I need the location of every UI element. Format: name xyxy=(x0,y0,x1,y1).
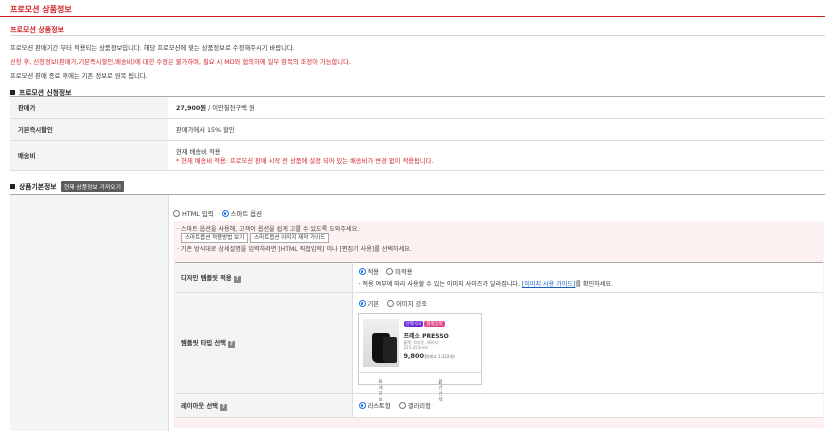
smart-option-image-guide-button[interactable]: 스마트옵션 이미지 제작 가이드 xyxy=(250,233,330,243)
design-template-radio-group: 적용 미적용 xyxy=(358,267,824,276)
radio-apply[interactable] xyxy=(358,268,366,275)
notice-line: 프로모션 판매기간 부터 적용되는 상품정보입니다. 해당 프로모션에 맞는 상… xyxy=(10,45,295,52)
table-row: 판매가 27,900원 / 이만칠천구백 원 xyxy=(10,96,825,119)
table-row: 기본즉시할인 판매가에서 15% 할인 xyxy=(10,118,825,141)
soldout-badge: 품절임박 xyxy=(424,321,445,327)
product-price: 9,800원(재고 1,322개) xyxy=(404,352,455,360)
price-value: 9,800 xyxy=(403,352,425,360)
section-title: 프로모션 상품정보 xyxy=(10,26,64,34)
info-text: · 기존 방식대로 상세설명을 입력하려면 [HTML 직접입력] 이나 [편집… xyxy=(177,246,412,253)
design-template-desc: · 적용 여부에 따라 사용할 수 있는 이미지 사이즈가 달라집니다. [이미… xyxy=(359,279,824,288)
help-icon[interactable]: ? xyxy=(227,341,235,348)
product-badges: 선택 03 품절임박 xyxy=(403,321,445,327)
product-name: 프레소 PRESSO xyxy=(403,333,449,340)
price-note: 원(재고 1,322개) xyxy=(424,354,455,359)
row-label: 디자인 템플릿 적용? xyxy=(175,262,352,293)
load-current-info-button[interactable]: 현재 상품정보 가져오기 xyxy=(60,181,124,192)
table-row: 디자인 템플릿 적용? 적용 미적용 · 적용 여부에 따라 사용할 수 있는 … xyxy=(175,262,824,293)
apply-info-table: 판매가 27,900원 / 이만칠천구백 원 기본즉시할인 판매가에서 15% … xyxy=(10,96,825,171)
row-value: 판매가에서 15% 할인 xyxy=(168,118,825,141)
radio-label: 적용 xyxy=(367,269,380,276)
notice-line-warning: 신청 후, 신청정보(판매가,기본즉시할인,배송비)에 대한 수정은 불가하며,… xyxy=(10,59,351,66)
radio-label: 스마트 옵션 xyxy=(230,210,263,218)
basic-info-content: HTML 입력 스마트 옵션 · 스마트 옵션을 사용해, 고객이 옵션을 쉽게… xyxy=(168,195,825,431)
desc-text: 를 확인하세요. xyxy=(575,281,613,288)
image-guide-link[interactable]: [이미지 사용 가이드] xyxy=(522,281,575,288)
label-text: 레이아웃 선택 xyxy=(181,402,218,410)
section-header-basic: 상품기본정보 현재 상품정보 가져오기 xyxy=(10,181,124,192)
radio-label: 갤러리형 xyxy=(407,403,431,410)
price-korean: / 이만칠천구백 원 xyxy=(206,105,255,112)
row-value: 적용 미적용 · 적용 여부에 따라 사용할 수 있는 이미지 사이즈가 달라집… xyxy=(351,262,824,293)
smart-option-howto-button[interactable]: 스마트옵션 적용방법 보기 xyxy=(181,233,249,243)
row-label: 레이아웃 선택? xyxy=(175,393,352,418)
table-row: 템플릿 타입 선택? 기본 이미지 강조 선택 03 품절임박 프레소 PRES… xyxy=(175,292,823,409)
radio-list-type[interactable] xyxy=(358,402,366,409)
info-line: · 스마트 옵션을 사용해, 고객이 옵션을 쉽게 고를 수 있도록 도와주세요… xyxy=(177,224,359,233)
template-type-radio-group: 기본 이미지 강조 xyxy=(358,299,428,308)
row-label: 템플릿 타입 선택? xyxy=(175,292,352,394)
label-text: 디자인 템플릿 적용 xyxy=(181,274,232,282)
square-bullet-icon xyxy=(10,90,15,95)
table-row: 배송비 현재 배송비 적용 * 현재 배송비 적용: 프로모션 판매 시작 전 … xyxy=(10,140,825,171)
smart-option-box: · 스마트 옵션을 사용해, 고객이 옵션을 쉽게 고를 수 있도록 도와주세요… xyxy=(173,221,824,428)
radio-gallery-type[interactable] xyxy=(398,402,406,409)
option-badge: 선택 03 xyxy=(403,321,423,327)
desc-line: 225-255mm xyxy=(403,345,429,350)
table-row: 레이아웃 선택? 리스트형 갤러리형 xyxy=(175,393,823,418)
row-label: 기본즉시할인 xyxy=(10,118,168,141)
radio-smart-option[interactable] xyxy=(221,210,229,217)
row-value: 현재 배송비 적용 * 현재 배송비 적용: 프로모션 판매 시작 전 상품에 … xyxy=(168,140,825,171)
editor-mode-group: HTML 입력 스마트 옵션 xyxy=(173,209,268,218)
section-title: 상품기본정보 xyxy=(19,183,57,191)
page-header: 프로모션 상품정보 xyxy=(0,0,825,17)
template-preview-card: 선택 03 품절임박 프레소 PRESSO 블랙, 브라운, 베이지 225-2… xyxy=(357,313,482,409)
section-header-promo-info: 프로모션 상품정보 xyxy=(10,25,825,36)
row-value: 기본 이미지 강조 선택 03 품절임박 프레소 PRESSO 블랙, 브라운,… xyxy=(351,292,823,409)
guide-buttons: 스마트옵션 적용방법 보기 스마트옵션 이미지 제작 가이드 xyxy=(181,233,331,243)
page-title: 프로모션 상품정보 xyxy=(10,5,72,14)
card-footer: ⌕ 자세히보기 ⤓ 옵션선택 xyxy=(358,372,481,409)
help-icon[interactable]: ? xyxy=(219,403,227,411)
square-bullet-icon xyxy=(10,184,15,189)
help-icon[interactable]: ? xyxy=(233,275,241,283)
row-label: 배송비 xyxy=(10,140,168,171)
boot-image xyxy=(382,337,397,363)
radio-basic[interactable] xyxy=(358,300,366,307)
radio-not-apply[interactable] xyxy=(386,268,394,275)
product-desc: 블랙, 브라운, 베이지 225-255mm xyxy=(404,340,439,350)
label-text: 템플릿 타입 선택 xyxy=(181,340,226,347)
shipping-note: * 현재 배송비 적용: 프로모션 판매 시작 전 상품에 설정 되어 있는 배… xyxy=(176,157,434,165)
shipping-value: 현재 배송비 적용 xyxy=(176,148,221,156)
info-text: · 스마트 옵션을 사용해, 고객이 옵션을 쉽게 고를 수 있도록 도와주세요… xyxy=(177,226,360,233)
row-value: 리스트형 갤러리형 xyxy=(351,393,823,418)
radio-image-emphasis[interactable] xyxy=(387,300,395,307)
radio-html-input[interactable] xyxy=(173,210,180,217)
button-label: 자세히보기 xyxy=(378,380,383,409)
radio-label: 미적용 xyxy=(395,269,413,276)
radio-label: 이미지 강조 xyxy=(396,301,428,308)
notice-line: 프로모션 판매 종료 후에는 기존 정보로 원복 됩니다. xyxy=(10,73,148,80)
button-label: 옵션선택 xyxy=(438,380,443,403)
price-value: 27,900원 xyxy=(176,105,207,112)
row-label: 판매가 xyxy=(10,96,168,119)
radio-label: 기본 xyxy=(367,301,380,308)
smart-option-settings-table: 디자인 템플릿 적용? 적용 미적용 · 적용 여부에 따라 사용할 수 있는 … xyxy=(175,262,823,418)
row-value: 27,900원 / 이만칠천구백 원 xyxy=(168,96,825,119)
basic-info-label-column xyxy=(10,195,168,431)
basic-info-panel: HTML 입력 스마트 옵션 · 스마트 옵션을 사용해, 고객이 옵션을 쉽게… xyxy=(10,194,825,431)
desc-text: · 적용 여부에 따라 사용할 수 있는 이미지 사이즈가 달라집니다. xyxy=(358,281,520,288)
notice-block: 프로모션 판매기간 부터 적용되는 상품정보입니다. 해당 프로모션에 맞는 상… xyxy=(10,42,825,84)
product-thumbnail xyxy=(362,319,399,367)
radio-label: HTML 입력 xyxy=(182,210,214,218)
info-line: · 기존 방식대로 상세설명을 입력하려면 [HTML 직접입력] 이나 [편집… xyxy=(177,244,412,253)
